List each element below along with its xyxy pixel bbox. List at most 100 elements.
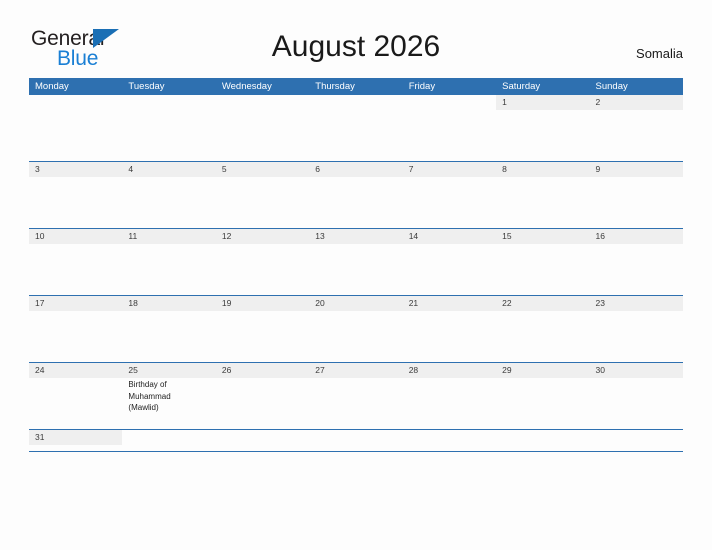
calendar-week-cells: 3 4 5 6 7 8 9 (29, 162, 683, 228)
day-number: 27 (315, 365, 325, 375)
calendar-day-cell-empty (122, 430, 215, 451)
calendar-day-cell[interactable]: 2 (589, 95, 683, 161)
calendar-day-cell[interactable]: 27 (309, 363, 403, 429)
day-number: 2 (595, 97, 601, 107)
day-number: 16 (595, 231, 605, 241)
day-number: 5 (221, 164, 227, 174)
calendar-day-cell[interactable]: 15 (496, 229, 590, 295)
calendar-day-cell-empty (309, 95, 402, 161)
calendar-grid: Monday Tuesday Wednesday Thursday Friday Satu… (29, 78, 683, 452)
calendar-week-cells: 31 (29, 430, 683, 451)
calendar-week-row: 31 (29, 430, 683, 452)
calendar-day-cell[interactable]: 22 (496, 296, 590, 362)
calendar-day-cell[interactable]: 29 (496, 363, 590, 429)
day-number: 28 (408, 365, 419, 375)
day-event: Birthday of Muhammad (Mawlid) (128, 379, 215, 414)
calendar-day-cell[interactable]: 6 (309, 162, 403, 228)
country-label: Somalia (636, 46, 683, 61)
calendar-day-cell-empty (403, 430, 496, 451)
day-number: 20 (315, 298, 325, 308)
day-number-band (309, 95, 402, 110)
weekday-header-sunday: Sunday (595, 81, 628, 92)
calendar-day-cell-empty (309, 430, 402, 451)
calendar-day-cell-empty (216, 430, 309, 451)
calendar-day-cell[interactable]: 14 (402, 229, 497, 295)
day-number: 13 (315, 231, 325, 241)
calendar-page: General Blue August 2026 Somalia Monday T… (0, 0, 712, 550)
day-number: 17 (35, 298, 45, 308)
calendar-week-row: 24 25 Birthday of Muhammad (Mawlid) 26 27 28 29 3… (29, 363, 683, 430)
day-number-band (590, 430, 683, 445)
day-number: 26 (221, 365, 232, 375)
day-number-band (29, 95, 122, 110)
weekday-header-tuesday: Tuesday (128, 81, 165, 92)
calendar-day-cell[interactable]: 12 (215, 229, 310, 295)
day-number: 22 (502, 298, 512, 308)
week-rows-container: 1 2 3 4 5 6 7 8 9 10 11 12 13 14 15 16 17 18 19 20 21 22 23 24 2… (29, 95, 683, 452)
calendar-week-cells: 10 11 12 13 14 15 16 (29, 229, 683, 295)
calendar-day-cell-empty (122, 95, 215, 161)
day-number: 24 (35, 365, 45, 375)
day-number: 21 (408, 298, 419, 308)
day-number: 14 (408, 231, 419, 241)
calendar-day-cell-empty (403, 95, 496, 161)
day-number: 6 (315, 164, 320, 174)
calendar-day-cell[interactable]: 26 (215, 363, 310, 429)
calendar-day-cell[interactable]: 11 (122, 229, 216, 295)
day-number-band (403, 95, 496, 110)
calendar-day-cell[interactable]: 21 (402, 296, 497, 362)
day-number: 18 (128, 298, 138, 308)
page-header: General Blue August 2026 Somalia (0, 0, 712, 76)
page-title: August 2026 (271, 30, 441, 63)
calendar-day-cell[interactable]: 23 (589, 296, 683, 362)
calendar-day-cell-empty (216, 95, 309, 161)
calendar-day-cell[interactable]: 17 (29, 296, 123, 362)
weekday-header-monday: Monday (35, 81, 69, 92)
day-number: 12 (221, 231, 232, 241)
day-event-line: (Mawlid) (128, 403, 159, 412)
calendar-day-cell[interactable]: 3 (29, 162, 123, 228)
day-number: 3 (35, 164, 40, 174)
weekday-header-row: Monday Tuesday Wednesday Thursday Friday Satu… (29, 78, 683, 95)
day-number-band (403, 430, 496, 445)
calendar-day-cell[interactable]: 5 (215, 162, 310, 228)
calendar-day-cell[interactable]: 1 (496, 95, 590, 161)
calendar-week-row: 17 18 19 20 21 22 23 (29, 296, 683, 363)
calendar-day-cell[interactable]: 28 (402, 363, 497, 429)
day-number: 25 (128, 365, 138, 375)
day-number: 1 (502, 97, 507, 107)
calendar-week-cells: 24 25 Birthday of Muhammad (Mawlid) 26 27 28 29 3… (29, 363, 683, 429)
day-number: 10 (35, 231, 45, 241)
calendar-day-cell[interactable]: 24 (29, 363, 123, 429)
calendar-day-cell[interactable]: 10 (29, 229, 123, 295)
calendar-day-cell[interactable]: 31 (29, 430, 123, 451)
weekday-header-wednesday: Wednesday (221, 81, 272, 92)
calendar-day-cell[interactable]: 9 (589, 162, 683, 228)
calendar-day-cell[interactable]: 4 (122, 162, 216, 228)
calendar-day-cell[interactable]: 20 (309, 296, 403, 362)
calendar-week-cells: 17 18 19 20 21 22 23 (29, 296, 683, 362)
weekday-header-saturday: Saturday (502, 81, 541, 92)
calendar-day-cell[interactable]: 7 (402, 162, 497, 228)
calendar-day-cell[interactable]: 13 (309, 229, 403, 295)
calendar-day-cell[interactable]: 19 (215, 296, 310, 362)
calendar-day-cell[interactable]: 30 (589, 363, 683, 429)
day-number: 9 (595, 164, 601, 174)
calendar-day-cell[interactable]: 16 (589, 229, 683, 295)
day-number-band (216, 430, 309, 445)
day-number: 8 (502, 164, 507, 174)
day-number: 23 (595, 298, 605, 308)
day-number: 30 (595, 365, 605, 375)
day-number-band (122, 95, 215, 110)
calendar-week-cells: 12 (29, 95, 683, 161)
day-number-band (496, 430, 589, 445)
calendar-day-cell[interactable]: 25 Birthday of Muhammad (Mawlid) (122, 363, 216, 429)
day-event-line: Birthday of (128, 380, 167, 389)
calendar-day-cell[interactable]: 18 (122, 296, 216, 362)
weekday-header-friday: Friday (408, 81, 436, 92)
day-number: 15 (502, 231, 512, 241)
weekday-header-thursday: Thursday (315, 81, 355, 92)
calendar-day-cell-empty (29, 95, 122, 161)
calendar-day-cell[interactable]: 8 (496, 162, 590, 228)
calendar-day-cell-empty (496, 430, 589, 451)
